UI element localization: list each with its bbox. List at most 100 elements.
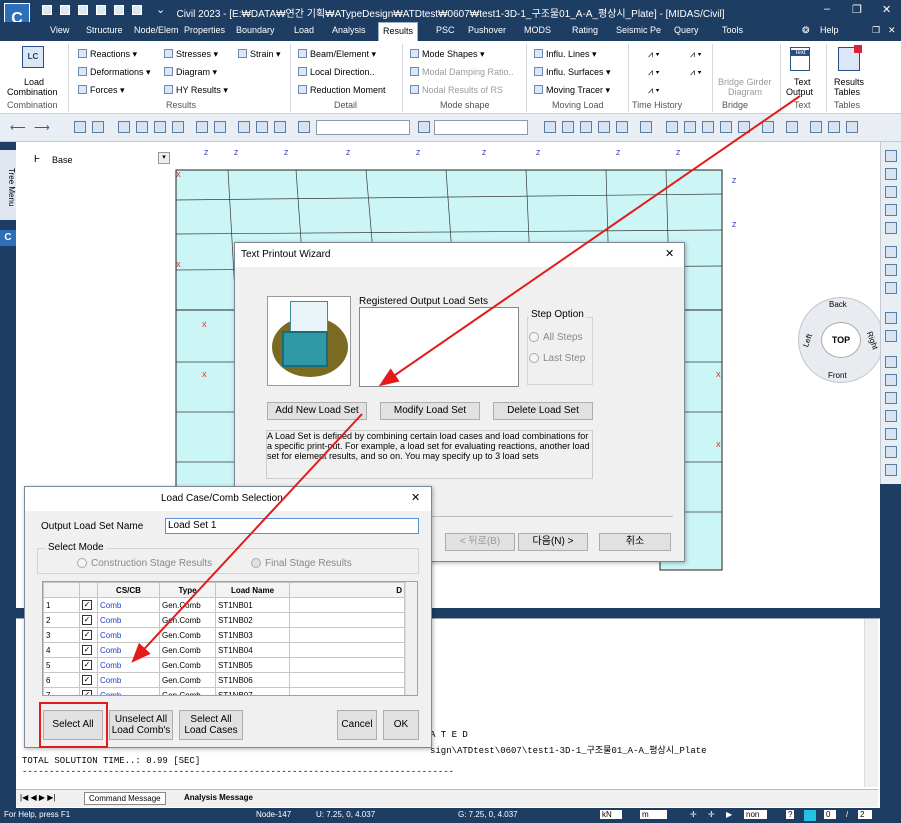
select-combo-2[interactable]: [434, 120, 528, 135]
table-row[interactable]: 3 ✓ Comb Gen.Comb ST1NB03: [43, 627, 405, 643]
tool-icon[interactable]: [640, 121, 652, 133]
tab-seismic[interactable]: Seismic Pe: [616, 25, 661, 35]
stresses-button[interactable]: Stresses ▾: [164, 49, 218, 60]
select-all-button[interactable]: Select All: [43, 710, 103, 740]
table-row[interactable]: 4 ✓ Comb Gen.Comb ST1NB04: [43, 642, 405, 658]
message-scrollbar[interactable]: [864, 619, 878, 787]
view-tool-icon[interactable]: [885, 428, 897, 440]
tab-query[interactable]: Query: [674, 25, 699, 35]
final-stage-radio[interactable]: [251, 558, 261, 568]
help-icon[interactable]: ❂: [802, 25, 810, 36]
zoom-out-icon[interactable]: [885, 204, 897, 216]
reduction-moment-button[interactable]: Reduction Moment: [298, 85, 386, 95]
table-row[interactable]: 6 ✓ Comb Gen.Comb ST1NB06: [43, 672, 405, 688]
row-checkbox[interactable]: ✓: [82, 600, 92, 610]
tab-nav-arrows[interactable]: |◀ ◀ ▶ ▶|: [20, 793, 55, 802]
tool-icon[interactable]: [154, 121, 166, 133]
construction-stage-radio[interactable]: [77, 558, 87, 568]
load-dialog-cancel-button[interactable]: Cancel: [337, 710, 377, 740]
next-button[interactable]: 다음(N) >: [518, 533, 588, 551]
non-select[interactable]: non: [744, 810, 768, 819]
tool-icon[interactable]: [418, 121, 430, 133]
zoom-all-icon[interactable]: [885, 222, 897, 234]
snap-icon[interactable]: ✛: [690, 810, 697, 819]
rotate-icon[interactable]: [885, 246, 897, 258]
row-checkbox[interactable]: ✓: [82, 690, 92, 695]
row-checkbox[interactable]: ✓: [82, 675, 92, 685]
table-scrollbar[interactable]: [405, 582, 417, 695]
page-total[interactable]: 2: [858, 810, 873, 819]
tool-icon[interactable]: [616, 121, 628, 133]
row-checkbox[interactable]: ✓: [82, 630, 92, 640]
tool-icon[interactable]: [196, 121, 208, 133]
tab-psc[interactable]: PSC: [436, 25, 455, 35]
tab-rating[interactable]: Rating: [572, 25, 598, 35]
zoom-fit-icon[interactable]: [885, 150, 897, 162]
tab-node-elem[interactable]: Node/Elem: [134, 25, 179, 35]
nav-top[interactable]: TOP: [821, 322, 861, 358]
restore-doc-icon[interactable]: ❐: [872, 25, 880, 36]
tool-icon[interactable]: [238, 121, 250, 133]
results-tables-icon[interactable]: [838, 45, 862, 71]
time-history-graph-icon[interactable]: ⩘ ▾: [648, 49, 659, 60]
beam-element-button[interactable]: Beam/Element ▾: [298, 49, 376, 60]
tab-properties[interactable]: Properties: [184, 25, 225, 35]
length-unit-select[interactable]: m: [640, 810, 667, 819]
tab-structure[interactable]: Structure: [86, 25, 123, 35]
tool-icon[interactable]: [702, 121, 714, 133]
unselect-all-load-combs-button[interactable]: Unselect All Load Comb's: [109, 710, 173, 740]
side-logo-tab[interactable]: C: [0, 230, 16, 246]
time-history-text-icon[interactable]: ⩘ ▾: [648, 67, 659, 78]
col-header-type[interactable]: Type: [159, 582, 216, 598]
table-row[interactable]: 1 ✓ Comb Gen.Comb ST1NB01: [43, 597, 405, 613]
strain-button[interactable]: Strain ▾: [238, 49, 281, 60]
restore-icon[interactable]: ❐: [852, 3, 862, 16]
last-step-radio[interactable]: [529, 353, 539, 363]
modify-load-set-button[interactable]: Modify Load Set: [380, 402, 480, 420]
view-tool-icon[interactable]: [885, 374, 897, 386]
tool-icon[interactable]: [74, 121, 86, 133]
page-current[interactable]: 0: [824, 810, 837, 819]
tool-icon[interactable]: [786, 121, 798, 133]
tool-icon[interactable]: [172, 121, 184, 133]
table-row[interactable]: 7 ✓ Comb Gen.Comb ST1NB07: [43, 687, 405, 695]
tool-icon[interactable]: [136, 121, 148, 133]
tool-icon[interactable]: [666, 121, 678, 133]
tab-analysis[interactable]: Analysis: [332, 25, 366, 35]
load-dialog-ok-button[interactable]: OK: [383, 710, 419, 740]
view-navigation-cube[interactable]: Back Front Left Right TOP: [798, 297, 884, 383]
zoom-in-icon[interactable]: [885, 186, 897, 198]
zoom-window-icon[interactable]: [885, 168, 897, 180]
influ-lines-button[interactable]: Influ. Lines ▾: [534, 49, 597, 60]
tab-view[interactable]: View: [50, 25, 69, 35]
forces-button[interactable]: Forces ▾: [78, 85, 125, 96]
tool-icon[interactable]: [738, 121, 750, 133]
tab-pushover[interactable]: Pushover: [468, 25, 506, 35]
color-swatch[interactable]: [804, 810, 816, 821]
nav-front[interactable]: Front: [828, 371, 847, 380]
moving-tracer-button[interactable]: Moving Tracer ▾: [534, 85, 610, 96]
cursor-tool-icon[interactable]: [298, 121, 310, 133]
col-header-load-name[interactable]: Load Name: [215, 582, 290, 598]
wizard-cancel-button[interactable]: 취소: [599, 533, 671, 551]
tool-icon[interactable]: [544, 121, 556, 133]
view-tool-icon[interactable]: [885, 282, 897, 294]
row-checkbox[interactable]: ✓: [82, 660, 92, 670]
tab-boundary[interactable]: Boundary: [236, 25, 275, 35]
close-doc-icon[interactable]: ✕: [888, 25, 896, 36]
time-history-func-icon[interactable]: ⩘ ▾: [648, 85, 659, 96]
tool-icon[interactable]: [562, 121, 574, 133]
row-checkbox[interactable]: ✓: [82, 645, 92, 655]
results-tables-button[interactable]: Results: [834, 77, 864, 87]
registered-sets-list[interactable]: [359, 307, 519, 387]
tool-icon[interactable]: [92, 121, 104, 133]
hy-results-button[interactable]: HY Results ▾: [164, 85, 228, 96]
snap-icon-2[interactable]: ✛: [708, 810, 715, 819]
load-combination-button[interactable]: Load: [24, 77, 44, 87]
nav-left[interactable]: Left: [801, 333, 814, 349]
wizard-close-icon[interactable]: ✕: [665, 247, 674, 260]
view-tool-icon[interactable]: [885, 446, 897, 458]
tab-results[interactable]: Results: [378, 22, 419, 41]
help-query-icon[interactable]: ?: [786, 810, 795, 819]
col-header-d[interactable]: D: [289, 582, 405, 598]
